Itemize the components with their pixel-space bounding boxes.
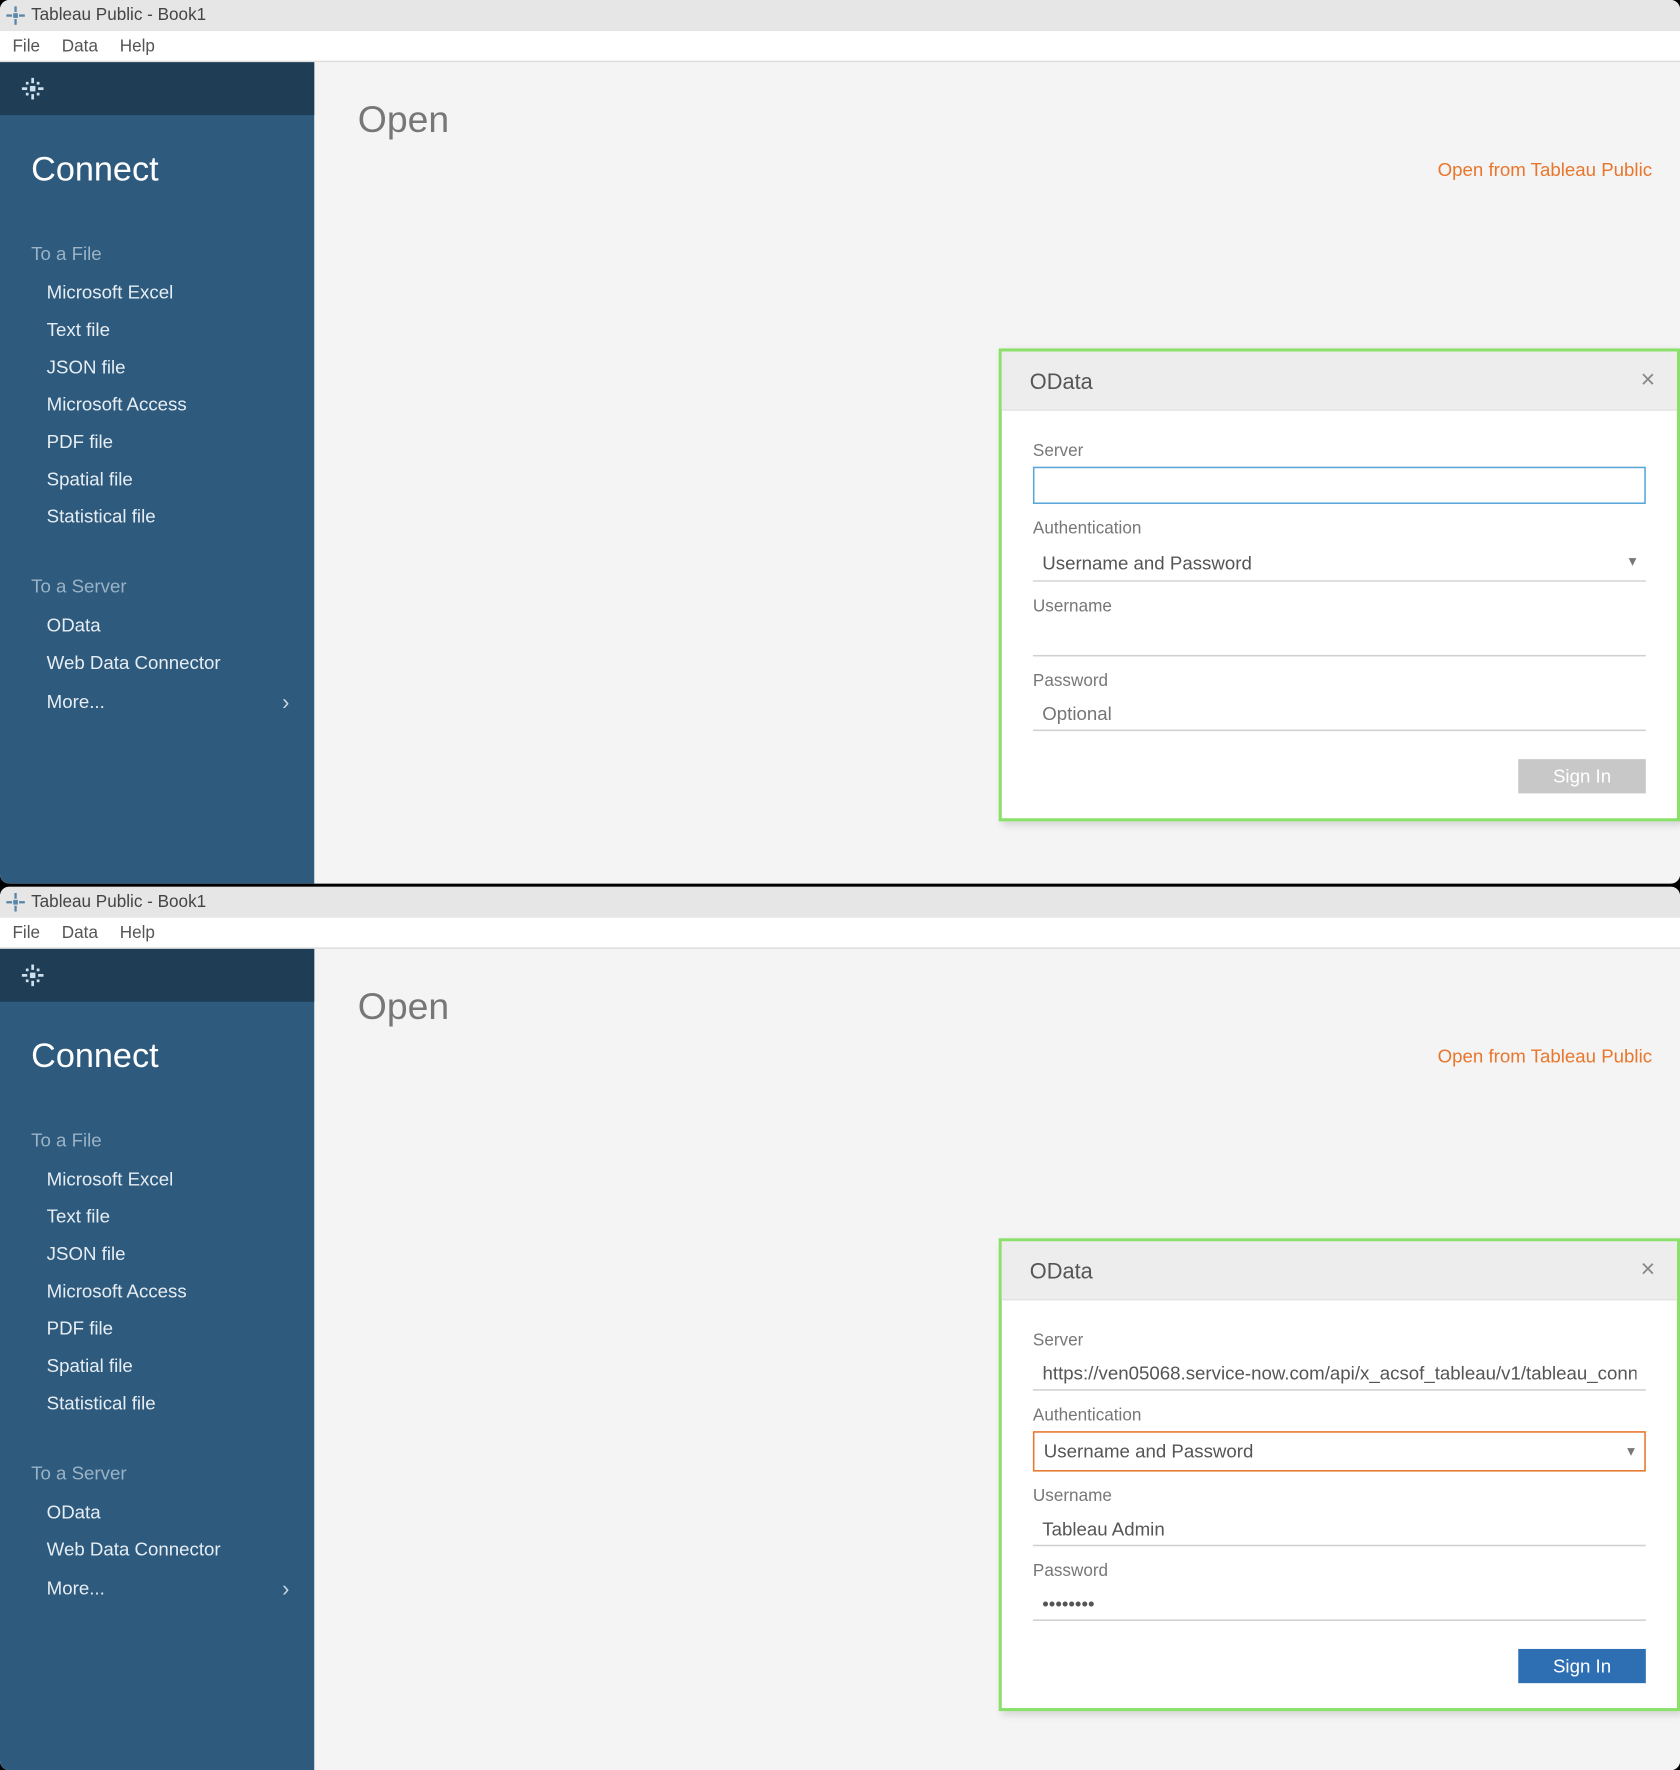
server-input[interactable]	[1033, 467, 1646, 504]
sidebar-item-odata[interactable]: OData	[0, 607, 314, 644]
odata-dialog: OData × Server Authentication Username a…	[999, 1238, 1680, 1711]
sidebar-item-webdata[interactable]: Web Data Connector	[0, 1531, 314, 1568]
sidebar-item-spatial[interactable]: Spatial file	[0, 460, 314, 497]
auth-select[interactable]: Username and Password ▾	[1033, 1431, 1646, 1471]
auth-select-value: Username and Password	[1042, 551, 1252, 573]
password-label: Password	[1033, 1562, 1646, 1581]
connect-heading: Connect	[0, 1002, 314, 1077]
server-label: Server	[1033, 442, 1646, 461]
sidebar-item-access[interactable]: Microsoft Access	[0, 386, 314, 423]
sidebar-item-text[interactable]: Text file	[0, 1198, 314, 1235]
open-from-tableau-public-link[interactable]: Open from Tableau Public	[1438, 159, 1652, 181]
sidebar-item-webdata[interactable]: Web Data Connector	[0, 644, 314, 681]
chevron-right-icon: ›	[282, 1576, 289, 1601]
dialog-title: OData	[1030, 1258, 1093, 1283]
tableau-mark-icon[interactable]	[22, 964, 44, 986]
password-label: Password	[1033, 672, 1646, 691]
tableau-window: Tableau Public - Book1 File Data Help Co…	[0, 0, 1680, 884]
sidebar-item-statistical[interactable]: Statistical file	[0, 498, 314, 535]
dialog-title: OData	[1030, 368, 1093, 393]
sidebar-item-json[interactable]: JSON file	[0, 1235, 314, 1272]
password-input[interactable]	[1033, 1587, 1646, 1621]
menu-file[interactable]: File	[12, 923, 40, 942]
window-title: Tableau Public - Book1	[31, 6, 206, 25]
caret-down-icon: ▾	[1629, 554, 1637, 571]
tableau-window: Tableau Public - Book1 File Data Help Co…	[0, 887, 1680, 1770]
signin-button[interactable]: Sign In	[1518, 759, 1646, 793]
to-a-file-label: To a File	[0, 1076, 314, 1160]
caret-down-icon: ▾	[1627, 1443, 1635, 1460]
sidebar-item-pdf[interactable]: PDF file	[0, 1310, 314, 1347]
tableau-mark-icon[interactable]	[22, 78, 44, 100]
menu-file[interactable]: File	[12, 37, 40, 56]
auth-label: Authentication	[1033, 520, 1646, 539]
chevron-right-icon: ›	[282, 689, 289, 714]
username-input[interactable]	[1033, 1512, 1646, 1546]
sidebar-item-more[interactable]: More...›	[0, 681, 314, 721]
menu-help[interactable]: Help	[120, 37, 155, 56]
tableau-logo-icon	[6, 893, 25, 912]
open-from-tableau-public-link[interactable]: Open from Tableau Public	[1438, 1045, 1652, 1067]
tableau-logo-icon	[6, 6, 25, 25]
main-area: Open Open from Tableau Public OData × Se…	[314, 62, 1680, 883]
to-a-server-label: To a Server	[0, 535, 314, 607]
to-a-file-label: To a File	[0, 190, 314, 274]
menu-bar: File Data Help	[0, 918, 1680, 949]
username-input[interactable]	[1033, 622, 1646, 656]
sidebar-item-excel[interactable]: Microsoft Excel	[0, 1160, 314, 1197]
password-input[interactable]	[1033, 697, 1646, 731]
username-label: Username	[1033, 1487, 1646, 1506]
connect-sidebar: Connect To a File Microsoft Excel Text f…	[0, 62, 314, 883]
sidebar-icon-row	[0, 949, 314, 1002]
auth-select[interactable]: Username and Password ▾	[1033, 544, 1646, 581]
sidebar-item-json[interactable]: JSON file	[0, 348, 314, 385]
odata-dialog: OData × Server Authentication Username a…	[999, 348, 1680, 821]
sidebar-item-spatial[interactable]: Spatial file	[0, 1347, 314, 1384]
connect-heading: Connect	[0, 115, 314, 190]
menu-data[interactable]: Data	[62, 923, 98, 942]
sidebar-item-more[interactable]: More...›	[0, 1568, 314, 1608]
sidebar-item-text[interactable]: Text file	[0, 311, 314, 348]
sidebar-item-excel[interactable]: Microsoft Excel	[0, 274, 314, 311]
window-title: Tableau Public - Book1	[31, 893, 206, 912]
username-label: Username	[1033, 597, 1646, 616]
server-input[interactable]	[1033, 1356, 1646, 1390]
server-label: Server	[1033, 1332, 1646, 1351]
sidebar-item-statistical[interactable]: Statistical file	[0, 1384, 314, 1421]
sidebar-item-odata[interactable]: OData	[0, 1493, 314, 1530]
auth-select-value: Username and Password	[1044, 1440, 1254, 1462]
menu-help[interactable]: Help	[120, 923, 155, 942]
window-titlebar: Tableau Public - Book1	[0, 887, 1680, 918]
sidebar-item-pdf[interactable]: PDF file	[0, 423, 314, 460]
close-icon[interactable]: ×	[1641, 366, 1656, 394]
signin-button[interactable]: Sign In	[1518, 1649, 1646, 1683]
sidebar-item-access[interactable]: Microsoft Access	[0, 1272, 314, 1309]
open-heading: Open	[314, 949, 1680, 1030]
dialog-header: OData ×	[1002, 352, 1677, 411]
dialog-header: OData ×	[1002, 1241, 1677, 1300]
close-icon[interactable]: ×	[1641, 1256, 1656, 1284]
main-area: Open Open from Tableau Public OData × Se…	[314, 949, 1680, 1770]
menu-data[interactable]: Data	[62, 37, 98, 56]
open-heading: Open	[314, 62, 1680, 143]
auth-label: Authentication	[1033, 1406, 1646, 1425]
connect-sidebar: Connect To a File Microsoft Excel Text f…	[0, 949, 314, 1770]
menu-bar: File Data Help	[0, 31, 1680, 62]
sidebar-icon-row	[0, 62, 314, 115]
window-titlebar: Tableau Public - Book1	[0, 0, 1680, 31]
to-a-server-label: To a Server	[0, 1422, 314, 1494]
